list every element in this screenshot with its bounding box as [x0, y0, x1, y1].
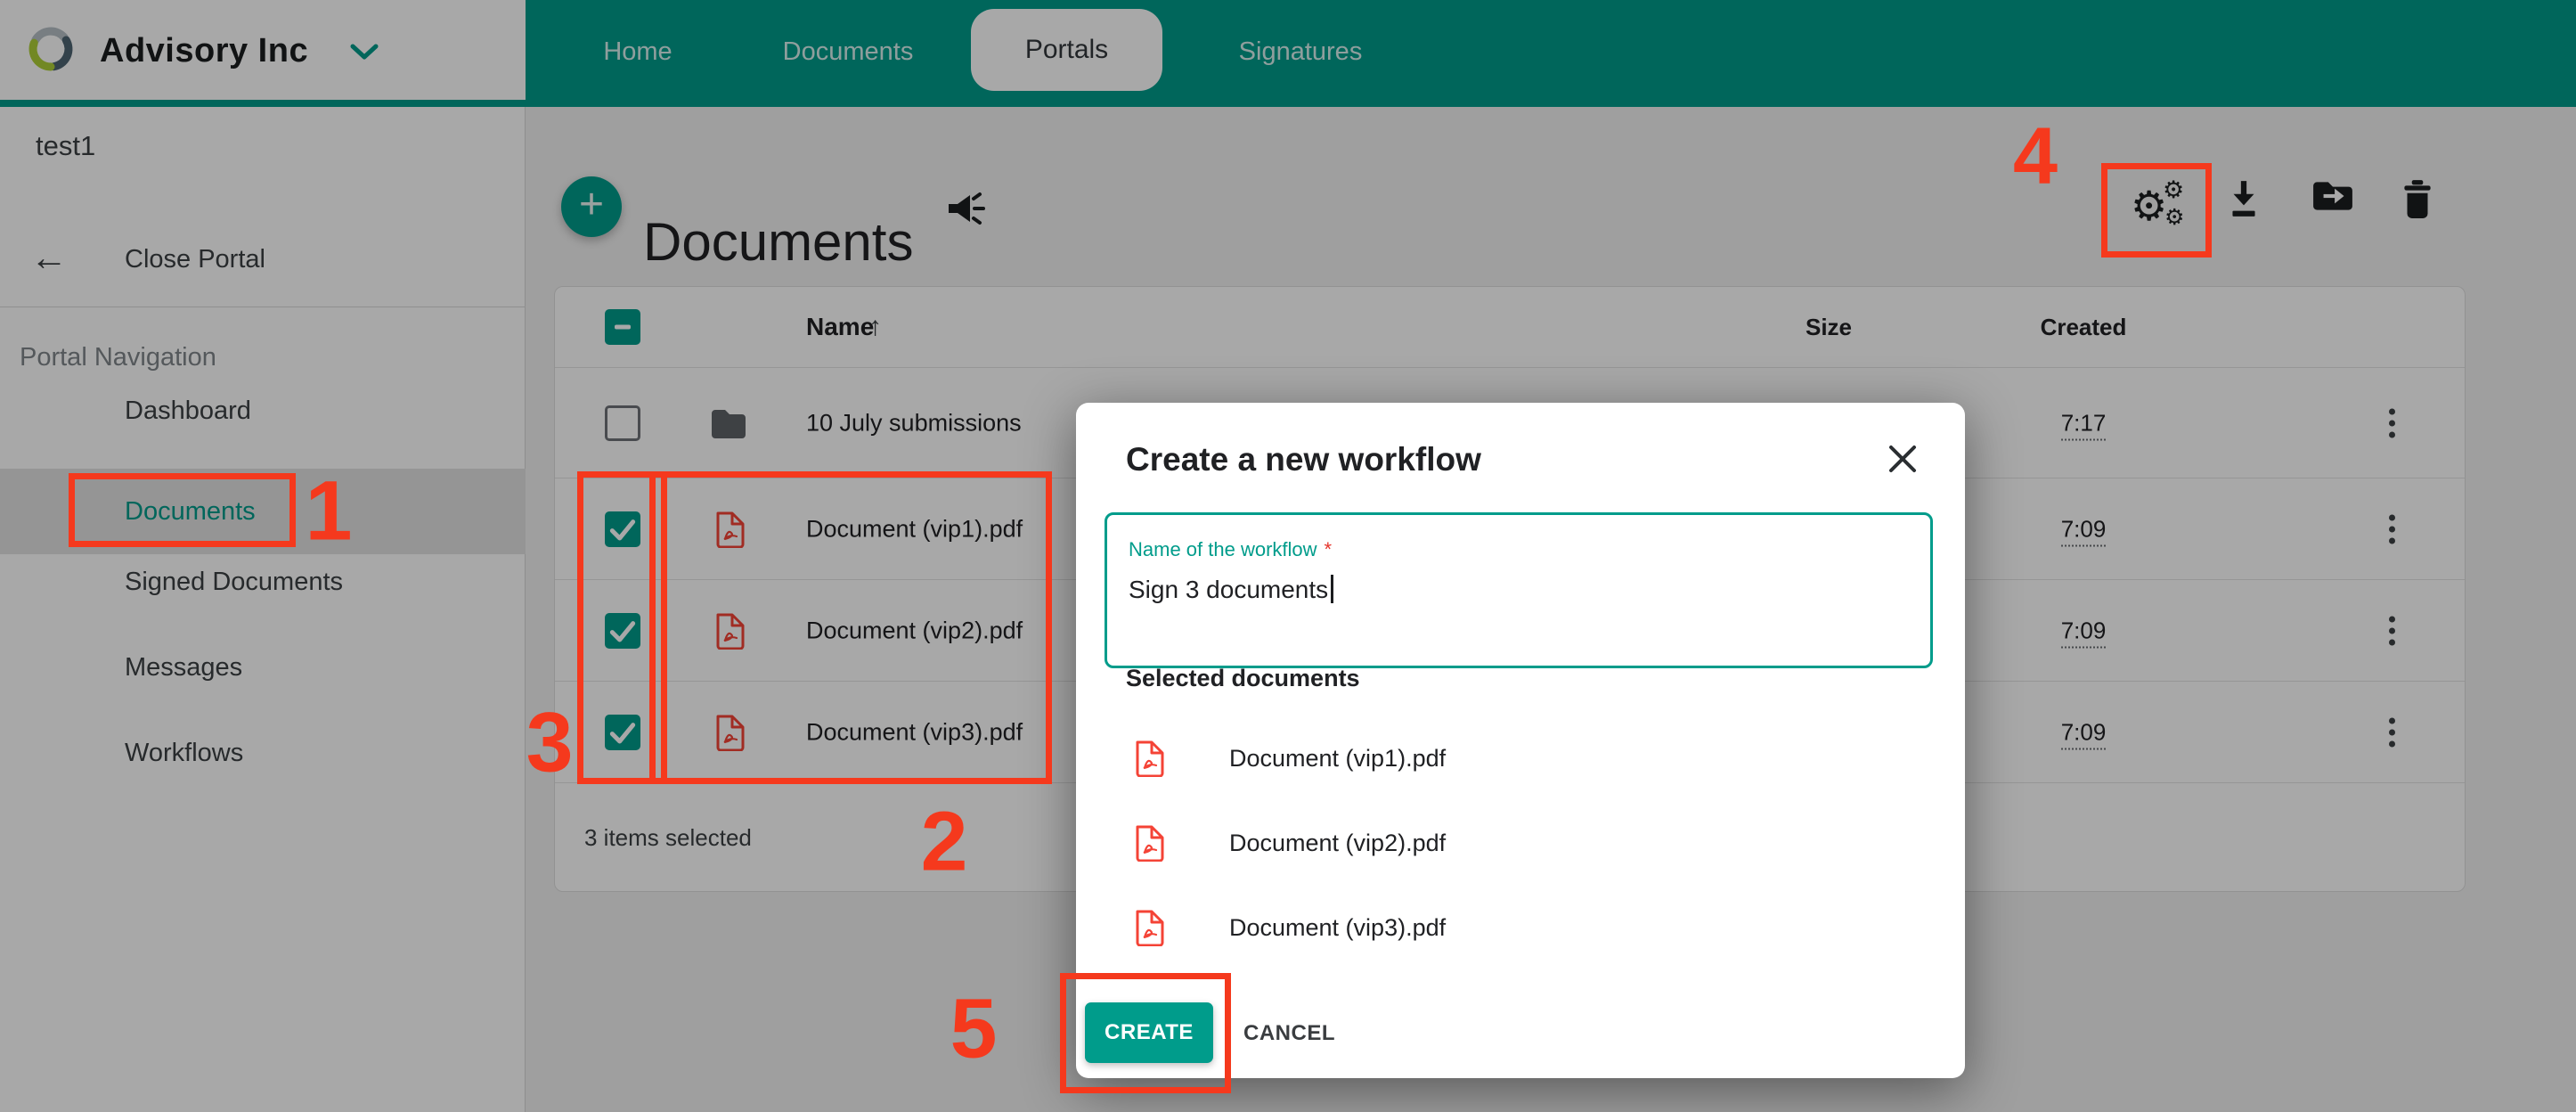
input-value: Sign 3 documents	[1129, 574, 1333, 606]
pdf-file-icon	[1135, 824, 1165, 862]
document-name: Document (vip3).pdf	[1229, 902, 1446, 953]
create-button[interactable]: CREATE	[1085, 1002, 1213, 1063]
selected-documents-heading: Selected documents	[1126, 665, 1360, 692]
required-asterisk: *	[1325, 538, 1333, 560]
workflow-name-input[interactable]: Name of the workflow* Sign 3 documents	[1105, 512, 1933, 668]
input-label: Name of the workflow*	[1129, 538, 1332, 561]
app-root: Home Documents Portals Signatures Adviso…	[0, 0, 2576, 1112]
create-workflow-dialog: Create a new workflow Name of the workfl…	[1076, 403, 1965, 1078]
pdf-file-icon	[1135, 740, 1165, 777]
selected-document-item: Document (vip1).pdf	[1126, 732, 1838, 784]
close-icon[interactable]	[1882, 438, 1923, 479]
dialog-title: Create a new workflow	[1126, 438, 1481, 481]
text-cursor	[1331, 575, 1333, 603]
document-name: Document (vip1).pdf	[1229, 732, 1446, 784]
selected-document-item: Document (vip3).pdf	[1126, 902, 1838, 953]
pdf-file-icon	[1135, 909, 1165, 946]
selected-document-item: Document (vip2).pdf	[1126, 817, 1838, 869]
cancel-button[interactable]: CANCEL	[1238, 1002, 1341, 1063]
document-name: Document (vip2).pdf	[1229, 817, 1446, 869]
